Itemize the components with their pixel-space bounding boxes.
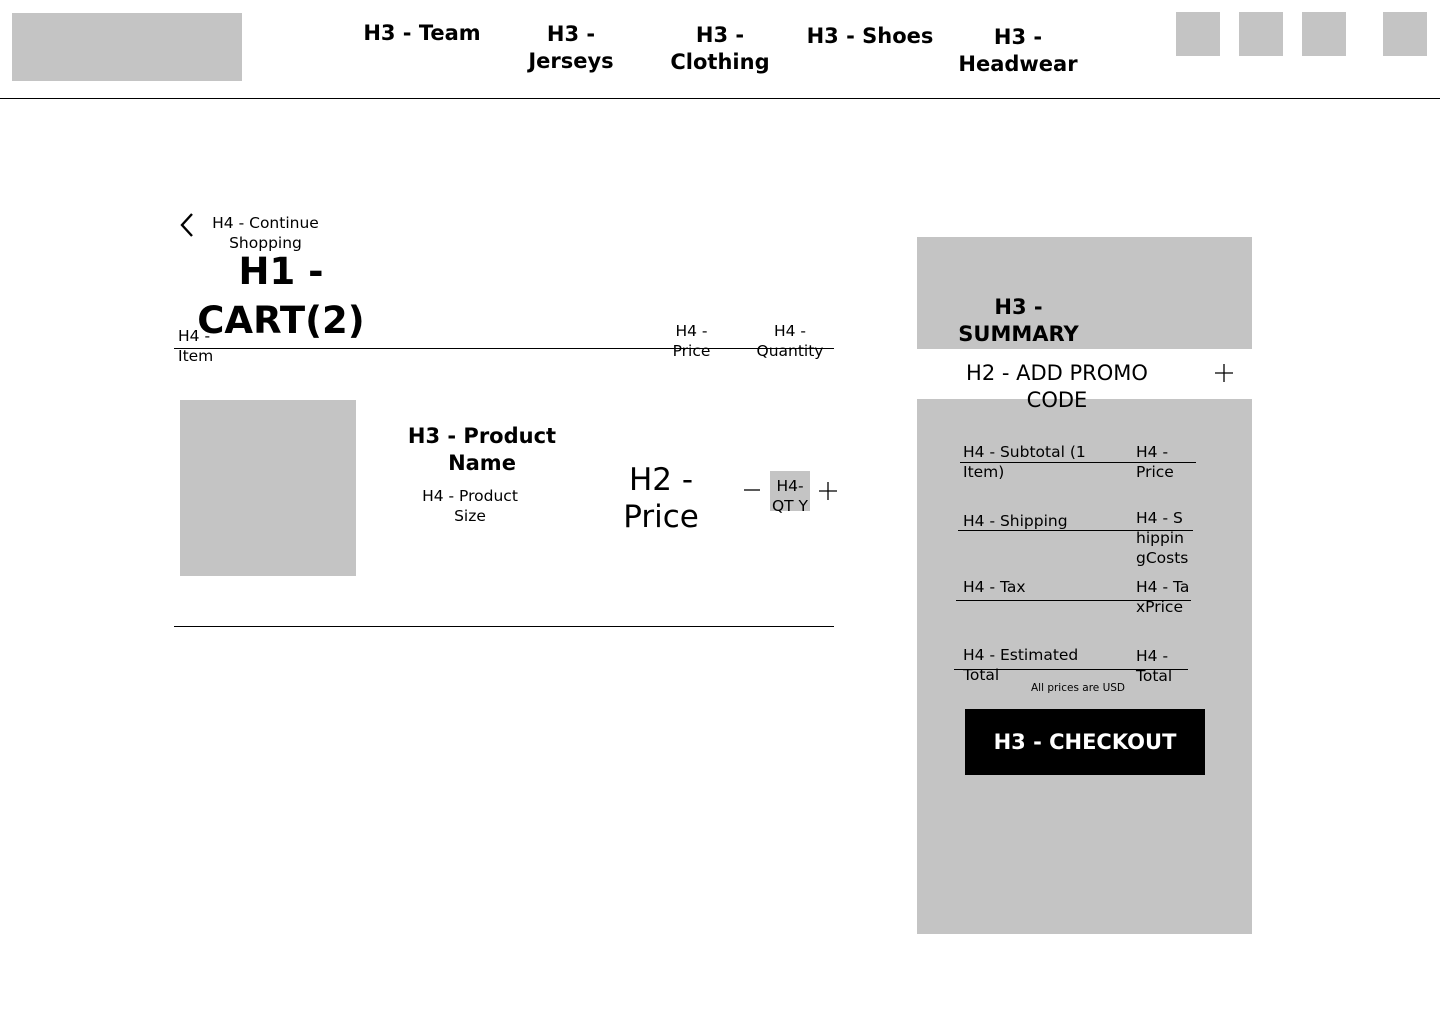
product-image[interactable]	[180, 400, 356, 576]
summary-divider	[956, 600, 1191, 601]
add-promo-icon[interactable]	[1213, 362, 1235, 384]
column-header-price: H4 - Price	[672, 322, 711, 360]
promo-code-label[interactable]: H2 - ADD PROMO CODE	[950, 360, 1164, 414]
search-icon[interactable]	[1176, 12, 1220, 56]
currency-note: All prices are USD	[1030, 682, 1126, 694]
nav-shoes[interactable]: H3 - Shoes	[800, 23, 940, 50]
column-header-quantity: H4 - Quantity	[756, 322, 824, 360]
checkout-button[interactable]: H3 - CHECKOUT	[965, 709, 1205, 775]
nav-jerseys[interactable]: H3 - Jerseys	[516, 21, 626, 75]
cart-bottom-divider	[174, 626, 834, 627]
shipping-label: H4 - Shipping	[963, 512, 1068, 530]
summary-divider	[960, 462, 1196, 463]
minus-icon[interactable]	[742, 480, 762, 500]
tax-value: H4 - TaxPrice	[1136, 578, 1190, 616]
quantity-value: H4- QT Y	[771, 477, 809, 515]
estimated-total-label: H4 - Estimated Total	[963, 646, 1079, 684]
product-size: H4 - Product Size	[422, 487, 518, 525]
product-name[interactable]: H3 - Product Name	[402, 423, 562, 477]
logo[interactable]	[12, 13, 242, 81]
nav-headwear[interactable]: H3 - Headwear	[953, 24, 1083, 78]
table-header-divider	[174, 348, 834, 349]
shipping-value: H4 - ShippingCosts	[1136, 509, 1189, 567]
summary-title: H3 - SUMMARY	[958, 295, 1079, 346]
header-divider	[0, 98, 1440, 99]
account-icon[interactable]	[1239, 12, 1283, 56]
nav-clothing[interactable]: H3 - Clothing	[660, 22, 780, 76]
tax-label: H4 - Tax	[963, 578, 1026, 596]
product-price: H2 - Price	[623, 462, 699, 535]
estimated-total-value: H4 - Total	[1136, 647, 1173, 685]
cart-icon[interactable]	[1383, 12, 1427, 56]
summary-divider	[958, 530, 1193, 531]
wishlist-icon[interactable]	[1302, 12, 1346, 56]
chevron-left-icon[interactable]	[178, 212, 196, 238]
summary-divider	[954, 669, 1188, 670]
plus-icon[interactable]	[817, 480, 839, 502]
column-header-item: H4 - Item	[178, 327, 214, 365]
nav-team[interactable]: H3 - Team	[356, 20, 488, 47]
